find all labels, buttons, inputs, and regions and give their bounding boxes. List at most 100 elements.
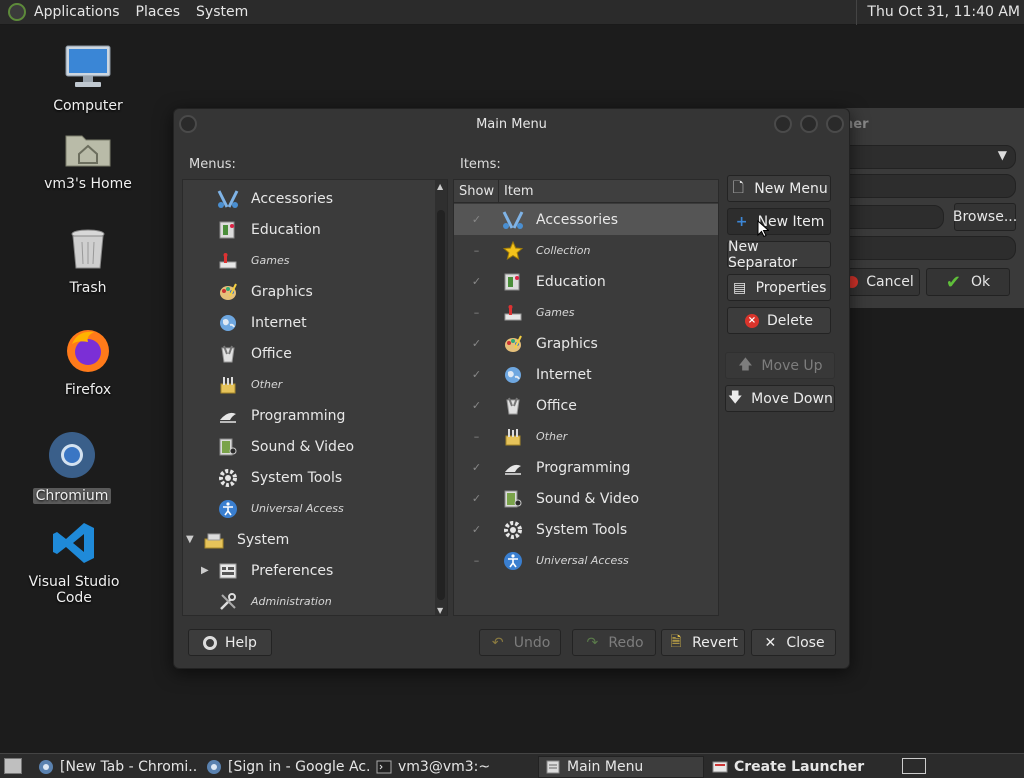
launcher-type-select[interactable]: ▼ xyxy=(840,145,1016,169)
move-up-button[interactable]: 🡅 Move Up xyxy=(725,352,835,379)
window-menu-button[interactable] xyxy=(179,115,197,133)
item-row[interactable]: – Universal Access xyxy=(454,545,718,576)
item-row[interactable]: ✓ Office xyxy=(454,390,718,421)
menu-tree-item[interactable]: Office xyxy=(183,338,433,369)
graphics-icon xyxy=(217,281,239,303)
task-sign-in[interactable]: [Sign in - Google Ac... xyxy=(200,756,370,778)
maximize-button[interactable] xyxy=(800,115,818,133)
delete-button[interactable]: × Delete xyxy=(727,307,831,334)
show-checkbox[interactable]: ✓ xyxy=(471,523,483,536)
launcher-name-field[interactable] xyxy=(840,174,1016,198)
menu-tree-item[interactable]: Sound & Video xyxy=(183,431,433,462)
item-row[interactable]: ✓ Accessories xyxy=(454,204,718,235)
move-down-button[interactable]: 🡇 Move Down xyxy=(725,385,835,412)
menu-tree-item[interactable]: Accessories xyxy=(183,183,433,214)
taskbar: [New Tab - Chromi... [Sign in - Google A… xyxy=(0,753,1024,778)
show-checkbox[interactable]: ✓ xyxy=(471,461,483,474)
menu-tree-item-label: Games xyxy=(251,254,290,267)
scroll-up-icon[interactable]: ▲ xyxy=(437,182,443,191)
items-label: Items: xyxy=(460,157,501,172)
task-main-menu[interactable]: Main Menu xyxy=(538,756,704,778)
clock[interactable]: Thu Oct 31, 11:40 AM xyxy=(856,0,1020,25)
ok-button[interactable]: ✔ Ok xyxy=(926,268,1010,296)
internet-icon xyxy=(502,364,524,386)
expander-expanded-icon[interactable]: ▼ xyxy=(186,534,194,545)
show-checkbox[interactable]: ✓ xyxy=(471,275,483,288)
show-checkbox[interactable]: – xyxy=(471,554,483,567)
desktop-icon-firefox[interactable]: Firefox xyxy=(28,326,148,398)
system-icon xyxy=(203,529,225,551)
menu-tree-item[interactable]: Administration xyxy=(183,586,433,615)
show-checkbox[interactable]: – xyxy=(471,306,483,319)
show-checkbox[interactable]: – xyxy=(471,430,483,443)
scroll-down-icon[interactable]: ▼ xyxy=(437,606,443,615)
menu-places[interactable]: Places xyxy=(128,0,189,25)
item-row[interactable]: – Other xyxy=(454,421,718,452)
new-menu-button[interactable]: 🗋 New Menu xyxy=(727,175,831,202)
item-row[interactable]: ✓ System Tools xyxy=(454,514,718,545)
menu-tree-item-label: Education xyxy=(251,221,321,238)
cancel-button[interactable]: Cancel xyxy=(840,268,920,296)
desktop-icon-chromium[interactable]: Chromium xyxy=(12,430,132,504)
menu-applications[interactable]: Applications xyxy=(26,0,128,25)
browse-button[interactable]: Browse... xyxy=(953,203,1017,231)
close-window-button[interactable] xyxy=(826,115,844,133)
item-row[interactable]: – Games xyxy=(454,297,718,328)
menu-tree-item[interactable]: Games xyxy=(183,245,433,276)
show-checkbox[interactable]: ✓ xyxy=(471,213,483,226)
item-row[interactable]: ✓ Graphics xyxy=(454,328,718,359)
properties-button[interactable]: ▤ Properties xyxy=(727,274,831,301)
item-row[interactable]: ✓ Sound & Video xyxy=(454,483,718,514)
menus-scrollbar[interactable]: ▲ ▼ xyxy=(435,180,447,615)
new-separator-button[interactable]: New Separator xyxy=(727,239,831,271)
menu-tree-item[interactable]: Internet xyxy=(183,307,433,338)
menu-system[interactable]: System xyxy=(188,0,256,25)
task-new-tab[interactable]: [New Tab - Chromi... xyxy=(32,756,198,778)
menu-tree-item-label: Office xyxy=(251,345,292,362)
desktop-icon-trash[interactable]: Trash xyxy=(28,228,148,296)
menu-tree-item[interactable]: System Tools xyxy=(183,462,433,493)
menu-tree-item[interactable]: Other xyxy=(183,369,433,400)
desktop-icon-home[interactable]: vm3's Home xyxy=(28,128,148,192)
column-header-show[interactable]: Show xyxy=(454,180,499,203)
distro-logo-icon[interactable] xyxy=(8,3,26,21)
trash-icon xyxy=(71,229,105,269)
task-create-launcher[interactable]: Create Launcher xyxy=(706,756,876,778)
item-row[interactable]: ✓ Education xyxy=(454,266,718,297)
menu-tree-item[interactable]: Education xyxy=(183,214,433,245)
revert-button[interactable]: 🗎 Revert xyxy=(661,629,745,656)
menu-tree-item[interactable]: ▼ System xyxy=(183,524,433,555)
task-terminal[interactable]: vm3@vm3:~ xyxy=(370,756,530,778)
show-desktop-icon[interactable] xyxy=(4,758,22,774)
desktop-icon-label: Visual Studio Code xyxy=(28,574,120,606)
undo-button[interactable]: ↶ Undo xyxy=(479,629,561,656)
dialog-titlebar[interactable]: Main Menu xyxy=(174,109,849,141)
show-checkbox[interactable]: ✓ xyxy=(471,368,483,381)
column-header-item[interactable]: Item xyxy=(499,180,718,203)
launcher-comment-field[interactable] xyxy=(840,236,1016,260)
desktop-icon-vscode[interactable]: Visual Studio Code xyxy=(14,520,134,606)
menu-tree-item[interactable]: Universal Access xyxy=(183,493,433,524)
help-button[interactable]: Help xyxy=(188,629,272,656)
minimize-button[interactable] xyxy=(774,115,792,133)
item-row[interactable]: ✓ Internet xyxy=(454,359,718,390)
close-button[interactable]: ✕ Close xyxy=(751,629,836,656)
launcher-command-field[interactable] xyxy=(840,205,944,229)
menu-tree-item[interactable]: Graphics xyxy=(183,276,433,307)
menus-tree[interactable]: Accessories Education Games Graphics Interne… xyxy=(182,179,448,616)
show-checkbox[interactable]: ✓ xyxy=(471,337,483,350)
menu-tree-item[interactable]: Programming xyxy=(183,400,433,431)
desktop-icon-computer[interactable]: Computer xyxy=(28,44,148,114)
workspace-switcher[interactable] xyxy=(902,758,926,774)
expander-collapsed-icon[interactable]: ▶ xyxy=(201,565,209,576)
item-row[interactable]: ✓ Programming xyxy=(454,452,718,483)
item-row[interactable]: – Collection xyxy=(454,235,718,266)
items-list[interactable]: Show Item ✓ Accessories – Collection ✓ Educat… xyxy=(453,179,719,616)
new-item-button[interactable]: + New Item xyxy=(727,208,831,235)
show-checkbox[interactable]: – xyxy=(471,244,483,257)
menu-tree-item[interactable]: ▶ Preferences xyxy=(183,555,433,586)
show-checkbox[interactable]: ✓ xyxy=(471,399,483,412)
show-checkbox[interactable]: ✓ xyxy=(471,492,483,505)
redo-button[interactable]: ↷ Redo xyxy=(572,629,656,656)
menus-scroll-thumb[interactable] xyxy=(437,210,445,600)
